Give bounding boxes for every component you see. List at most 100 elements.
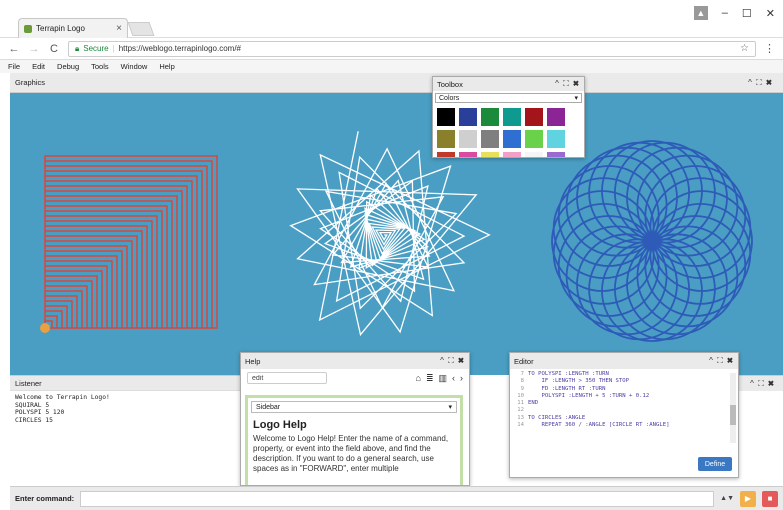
toolbox-category-value: Colors (439, 94, 460, 102)
color-swatch[interactable] (547, 108, 565, 126)
chevron-down-icon: ▾ (448, 404, 452, 411)
help-search-input[interactable] (247, 372, 327, 384)
help-sidebar-select[interactable]: Sidebar ▾ (251, 401, 457, 413)
code-line: 8 IF :LENGTH > 350 THEN STOP (514, 378, 726, 385)
tab-close-icon[interactable]: × (116, 23, 122, 34)
editor-scrollbar[interactable] (730, 373, 736, 443)
color-swatch[interactable] (437, 152, 455, 157)
menu-edit[interactable]: Edit (32, 62, 45, 71)
color-swatch[interactable] (481, 130, 499, 148)
listener-panel-header: Listener (10, 375, 240, 391)
polyspi-path (289, 131, 491, 337)
command-input[interactable] (80, 490, 715, 507)
color-swatch[interactable] (503, 108, 521, 126)
code-text: END (528, 400, 539, 407)
line-number: 11 (517, 400, 524, 407)
code-text: REPEAT 360 / :ANGLE [CIRCLE RT :ANGLE] (528, 422, 670, 429)
list-icon[interactable]: ≣ (426, 373, 434, 384)
color-swatches (433, 105, 584, 157)
menu-window[interactable]: Window (121, 62, 148, 71)
code-line: 14 REPEAT 360 / :ANGLE [CIRCLE RT :ANGLE… (514, 422, 726, 429)
code-line: 12 (514, 407, 726, 414)
graphics-canvas[interactable] (10, 93, 783, 375)
home-icon[interactable]: ⌂ (416, 373, 421, 384)
color-swatch[interactable] (437, 108, 455, 126)
menu-help[interactable]: Help (159, 62, 174, 71)
color-swatch[interactable] (481, 108, 499, 126)
color-swatch[interactable] (503, 130, 521, 148)
color-swatch[interactable] (437, 130, 455, 148)
code-line: 7 TO POLYSPI :LENGTH :TURN (514, 371, 726, 378)
url-input[interactable]: 🔒︎ Secure | https://weblogo.terrapinlogo… (68, 40, 756, 57)
bookmark-star-icon[interactable]: ☆ (740, 43, 749, 54)
forward-icon[interactable]: → (28, 43, 40, 55)
code-line: 11 END (514, 400, 726, 407)
toolbox-panel: Toolbox ^ ⛶ ✖ Colors ▾ (432, 76, 585, 158)
color-swatch[interactable] (525, 152, 543, 157)
url-text: https://weblogo.terrapinlogo.com/# (118, 44, 241, 53)
polyspi-drawing (289, 131, 491, 337)
help-panel: Help ^ ⛶ ✖ ⌂ ≣ ▥ ‹ › Sidebar ▾ Logo Help… (240, 352, 470, 486)
circles-drawing (551, 140, 753, 342)
color-swatch[interactable] (481, 152, 499, 157)
url-separator: | (112, 44, 115, 53)
menu-debug[interactable]: Debug (57, 62, 79, 71)
secure-label: Secure (83, 44, 109, 53)
address-bar: ← → C 🔒︎ Secure | https://weblogo.terrap… (0, 38, 783, 60)
listener-line: CIRCLES 15 (15, 416, 53, 424)
editor-controls[interactable]: ^ ⛶ ✖ (709, 356, 734, 366)
listener-line: Welcome to Terrapin Logo! (15, 394, 110, 401)
line-number: 8 (520, 378, 524, 385)
line-number: 10 (517, 392, 524, 399)
color-swatch[interactable] (547, 130, 565, 148)
color-swatch[interactable] (459, 130, 477, 148)
listener-controls[interactable]: ^ ⛶ ✖ (750, 379, 775, 389)
code-text: TO POLYSPI :LENGTH :TURN (528, 371, 609, 377)
color-swatch[interactable] (459, 152, 477, 157)
command-label: Enter command: (15, 494, 75, 503)
tab-favicon-icon (24, 24, 32, 33)
browser-menu-icon[interactable]: ⋮ (764, 42, 775, 55)
graphics-panel-header: Graphics ^ ⛶ ✖ (10, 73, 783, 93)
code-line: 10 POLYSPI :LENGTH + 5 :TURN + 0.12 (514, 393, 726, 400)
color-swatch[interactable] (503, 152, 521, 157)
define-button[interactable]: Define (698, 457, 732, 471)
listener-line: SQUIRAL 5 (15, 401, 50, 409)
graphics-panel-controls[interactable]: ^ ⛶ ✖ (748, 78, 773, 88)
menu-file[interactable]: File (8, 62, 20, 71)
lock-icon: 🔒︎ (75, 43, 80, 53)
line-number: 7 (520, 371, 524, 377)
editor-code-area[interactable]: 7 TO POLYSPI :LENGTH :TURN 8 IF :LENGTH > … (514, 371, 726, 445)
close-window-icon[interactable]: ✕ (766, 7, 775, 20)
help-controls[interactable]: ^ ⛶ ✖ (440, 356, 465, 366)
user-profile-icon[interactable]: ▲ (693, 6, 708, 20)
line-number: 14 (517, 422, 524, 429)
browser-tab[interactable]: Terrapin Logo × (18, 18, 128, 38)
maximize-icon[interactable]: ☐ (742, 7, 752, 20)
line-number: 13 (517, 414, 524, 421)
index-icon[interactable]: ▥ (438, 373, 447, 384)
toolbox-header: Toolbox ^ ⛶ ✖ (433, 77, 584, 91)
editor-header: Editor ^ ⛶ ✖ (510, 353, 738, 369)
color-swatch[interactable] (459, 108, 477, 126)
color-swatch[interactable] (547, 152, 565, 157)
run-button[interactable]: ▶ (740, 490, 756, 507)
minimize-icon[interactable]: – (722, 7, 728, 19)
toolbox-controls[interactable]: ^ ⛶ ✖ (555, 79, 580, 89)
history-stepper-icon[interactable]: ▲▼ (720, 495, 734, 502)
back-arrow-icon[interactable]: ‹ (452, 373, 455, 384)
listener-output[interactable]: Welcome to Terrapin Logo! SQUIRAL 5 POLYSP… (10, 391, 240, 486)
editor-title: Editor (514, 356, 534, 366)
toolbox-category-select[interactable]: Colors ▾ (435, 93, 582, 103)
reload-icon[interactable]: C (48, 43, 60, 55)
squiral-drawing (44, 155, 218, 329)
color-swatch[interactable] (525, 130, 543, 148)
help-nav-icons: ⌂ ≣ ▥ ‹ › (416, 373, 464, 384)
menu-tools[interactable]: Tools (91, 62, 109, 71)
forward-arrow-icon[interactable]: › (460, 373, 463, 384)
turtle-icon (40, 323, 50, 333)
stop-button[interactable]: ■ (762, 490, 778, 507)
new-tab-button[interactable] (127, 22, 155, 36)
color-swatch[interactable] (525, 108, 543, 126)
back-icon[interactable]: ← (8, 43, 20, 55)
